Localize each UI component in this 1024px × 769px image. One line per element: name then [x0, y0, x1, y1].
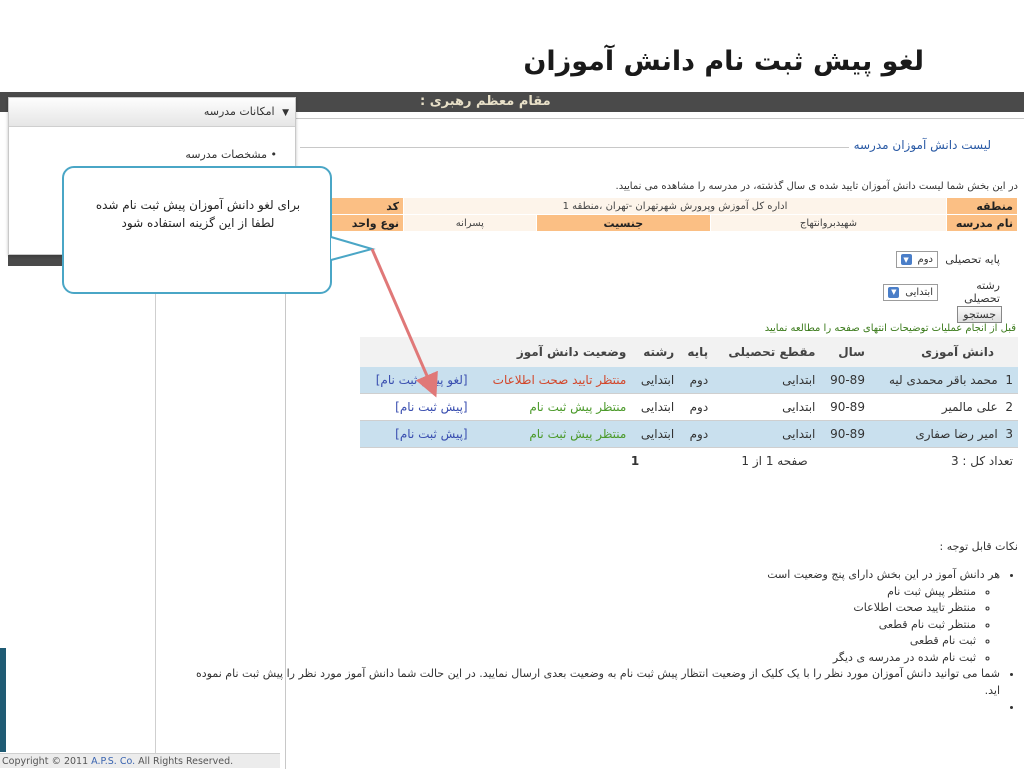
student-name: امیر رضا صفاری — [915, 427, 998, 441]
year-cell: 90-89 — [820, 420, 870, 448]
students-table: دانش آموزی سال مقطع تحصیلی پایه رشته وضع… — [360, 337, 1018, 474]
slide-title: لغو پیش ثبت نام دانش آموزان — [523, 46, 924, 77]
section-divider — [300, 147, 860, 148]
school-name-label: نام مدرسه — [946, 214, 1018, 232]
chevron-down-icon: ▼ — [900, 254, 912, 265]
triangle-down-icon: ▼ — [282, 108, 289, 118]
menu-header-school-features[interactable]: ▼ امکانات مدرسه — [9, 98, 295, 127]
grade-row: پایه تحصیلی دوم ▼ — [895, 251, 1000, 268]
section-title: لیست دانش آموزان مدرسه — [848, 138, 996, 152]
copyright-suffix: All Rights Reserved. — [135, 756, 234, 767]
company-name: A.P.S. Co. — [91, 756, 136, 767]
field-select[interactable]: ابتدایی ▼ — [883, 283, 938, 301]
status-option: ثبت نام شده در مدرسه ی دیگر — [178, 650, 976, 667]
grade-cell: دوم — [679, 393, 714, 421]
cancel-preregistration-link[interactable]: [لغو پیش ثبت نام] — [376, 373, 468, 387]
row-number: 2 — [1005, 400, 1013, 414]
action-cell: [پیش ثبت نام] — [360, 420, 473, 448]
col-header-year: سال — [820, 337, 870, 367]
gender-value: پسرانه — [403, 214, 537, 232]
teal-accent-bar — [0, 648, 6, 752]
table-row: 1 محمد باقر محمدی لیه 90-89 ابتدایی دوم … — [360, 367, 1018, 394]
school-info-table: منطقه اداره کل آموزش وپرورش شهرتهران -ته… — [285, 197, 1018, 232]
level-cell: ابتدایی — [713, 393, 821, 421]
action-cell: [لغو پیش ثبت نام] — [360, 367, 473, 394]
callout-line-1: برای لغو دانش آموزان پیش ثبت نام شده — [95, 198, 301, 212]
callout-text: برای لغو دانش آموزان پیش ثبت نام شده لطف… — [78, 196, 318, 232]
notes-title: نکات قابل توجه : — [939, 540, 1018, 553]
student-cell: 2 علی مالمیر — [869, 393, 1018, 421]
school-name-value: شهیدبروانتهاج — [709, 214, 948, 232]
col-header-grade: پایه — [679, 337, 714, 367]
student-cell: 1 محمد باقر محمدی لیه — [869, 367, 1018, 394]
grade-select-value: دوم — [917, 254, 933, 265]
table-header-row: دانش آموزی سال مقطع تحصیلی پایه رشته وضع… — [360, 337, 1018, 367]
chevron-down-icon: ▼ — [888, 286, 900, 298]
preregister-link[interactable]: [پیش ثبت نام] — [395, 427, 467, 441]
table-footer-row: تعداد کل : 3 صفحه 1 از 1 1 — [360, 447, 1018, 474]
status-cell: منتظر پیش ثبت نام — [472, 420, 632, 448]
instruction-note: قبل از انجام عملیات توضیحات انتهای صفحه … — [764, 323, 1016, 334]
field-cell: ابتدایی — [631, 367, 680, 394]
action-cell: [پیش ثبت نام] — [360, 393, 473, 421]
table-row: 2 علی مالمیر 90-89 ابتدایی دوم ابتدایی م… — [360, 393, 1018, 421]
pagination: 1 — [360, 447, 680, 474]
search-button[interactable]: جستجو — [957, 306, 1002, 323]
grade-label: پایه تحصیلی — [945, 253, 1000, 266]
status-option: منتظر تایید صحت اطلاعات — [178, 600, 976, 617]
status-cell: منتظر تایید صحت اطلاعات — [472, 367, 632, 394]
col-header-level: مقطع تحصیلی — [713, 337, 821, 367]
header-quote-label: مقام معظم رهبری : — [420, 94, 551, 109]
year-cell: 90-89 — [820, 393, 870, 421]
page-link-1[interactable]: 1 — [631, 454, 639, 468]
bullet-icon: • — [267, 148, 277, 161]
field-cell: ابتدایی — [631, 393, 680, 421]
col-header-student: دانش آموزی — [869, 337, 1018, 367]
student-cell: 3 امیر رضا صفاری — [869, 420, 1018, 448]
region-value: اداره کل آموزش وپرورش شهرتهران -تهران ،م… — [403, 197, 947, 215]
field-label: رشته تحصیلی — [964, 279, 1000, 305]
copyright-prefix: Copyright © 2011 — [2, 756, 92, 767]
level-cell: ابتدایی — [713, 420, 821, 448]
field-row: رشته تحصیلی ابتدایی ▼ — [883, 279, 1000, 305]
table-row: 3 امیر رضا صفاری 90-89 ابتدایی دوم ابتدا… — [360, 420, 1018, 448]
copyright-footer: Copyright © 2011 A.P.S. Co. All Rights R… — [0, 753, 280, 768]
note-item-empty — [178, 699, 1000, 716]
intro-text: در این بخش شما لیست دانش آموزان تایید شد… — [615, 181, 1018, 192]
total-count: تعداد کل : 3 — [869, 447, 1018, 474]
callout-line-2: لطفا از این گزینه استفاده شود — [121, 216, 275, 230]
level-cell: ابتدایی — [713, 367, 821, 394]
col-header-status: وضعیت دانش آموز — [472, 337, 632, 367]
menu-header-label: امکانات مدرسه — [203, 105, 275, 118]
grade-select[interactable]: دوم ▼ — [895, 251, 938, 268]
callout-box: برای لغو دانش آموزان پیش ثبت نام شده لطف… — [62, 166, 332, 294]
row-number: 1 — [1005, 373, 1013, 387]
note-item: هر دانش آموز در این بخش دارای پنج وضعیت … — [178, 567, 1000, 666]
row-number: 3 — [1005, 427, 1013, 441]
note-item: شما می توانید دانش آموزان مورد نظر را با… — [178, 666, 1000, 699]
status-cell: منتظر پیش ثبت نام — [472, 393, 632, 421]
region-label: منطقه — [946, 197, 1018, 215]
gender-label: جنسیت — [535, 214, 711, 232]
menu-item-label: مشخصات مدرسه — [185, 148, 267, 161]
col-header-field: رشته — [631, 337, 680, 367]
notes-list: هر دانش آموز در این بخش دارای پنج وضعیت … — [178, 567, 1018, 716]
student-name: محمد باقر محمدی لیه — [888, 373, 998, 387]
status-option: منتظر پیش ثبت نام — [178, 584, 976, 601]
menu-item-school-details[interactable]: • مشخصات مدرسه — [185, 148, 277, 161]
grade-cell: دوم — [679, 367, 714, 394]
col-header-action — [360, 337, 473, 367]
status-option: ثبت نام قطعی — [178, 633, 976, 650]
status-option: منتظر ثبت نام قطعی — [178, 617, 976, 634]
grade-cell: دوم — [679, 420, 714, 448]
page-info: صفحه 1 از 1 — [679, 447, 870, 474]
field-cell: ابتدایی — [631, 420, 680, 448]
field-select-value: ابتدایی — [905, 286, 933, 298]
student-name: علی مالمیر — [941, 400, 998, 414]
preregister-link[interactable]: [پیش ثبت نام] — [395, 400, 467, 414]
year-cell: 90-89 — [820, 367, 870, 394]
note-item-text: هر دانش آموز در این بخش دارای پنج وضعیت … — [767, 568, 1000, 581]
